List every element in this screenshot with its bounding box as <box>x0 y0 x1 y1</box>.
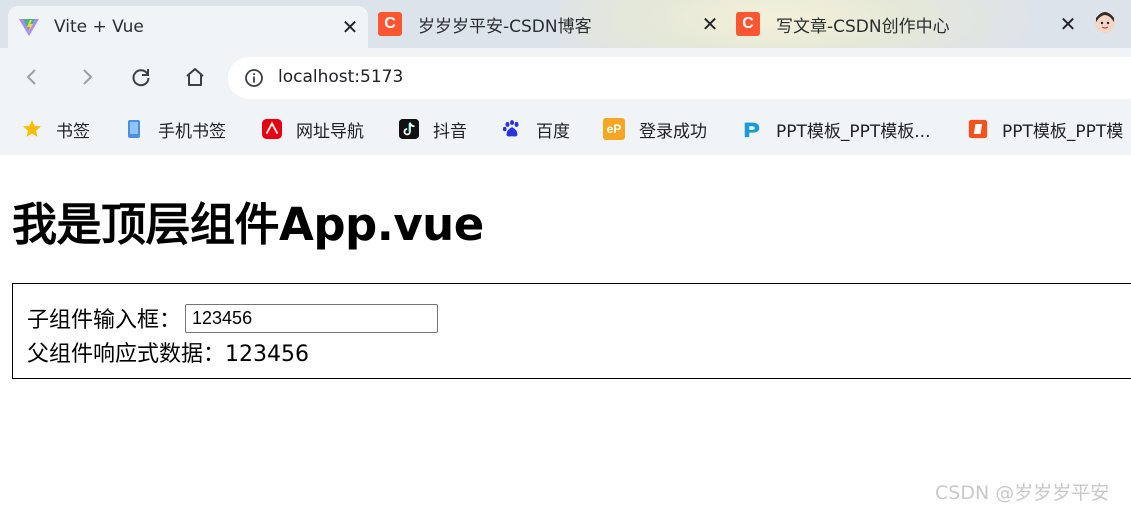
home-icon <box>186 68 204 86</box>
close-tab-icon[interactable]: ✕ <box>696 12 724 36</box>
vite-logo-icon <box>18 17 39 37</box>
ep-icon-text: eP <box>606 122 622 136</box>
parent-data-label: 父组件响应式数据： <box>27 342 226 367</box>
tab-title: 写文章-CSDN创作中心 <box>776 16 950 37</box>
bookmark-item[interactable]: PPT模板_PPT模 <box>968 106 1123 152</box>
reload-icon <box>132 69 150 87</box>
parent-data-row: 父组件响应式数据：123456 <box>27 336 309 368</box>
hao123-icon <box>262 119 282 139</box>
back-arrow-icon <box>26 69 36 85</box>
browser-chrome: Vite + Vue ✕ C 岁岁岁平安-CSDN博客 ✕ C 写文章-CSDN… <box>0 0 1131 155</box>
star-icon <box>22 119 42 139</box>
forward-button[interactable] <box>70 60 104 94</box>
csdn-logo-icon: C <box>736 12 760 36</box>
tab-title: 岁岁岁平安-CSDN博客 <box>418 16 592 37</box>
bookmark-item[interactable]: eP 登录成功 <box>603 106 707 152</box>
tab-csdn-write[interactable]: C 写文章-CSDN创作中心 ✕ <box>726 0 1086 48</box>
reload-button[interactable] <box>124 60 158 94</box>
bookmark-item[interactable]: 手机书签 <box>124 106 226 152</box>
bookmark-item[interactable]: PPT模板_PPT模板... <box>742 106 931 152</box>
child-component-box: 子组件输入框： 父组件响应式数据：123456 <box>12 283 1131 379</box>
bookmark-item[interactable]: 百度 <box>502 106 570 152</box>
profile-avatar-icon[interactable] <box>1094 12 1116 34</box>
parent-data-value: 123456 <box>225 342 309 367</box>
bookmark-item[interactable]: 网址导航 <box>262 106 364 152</box>
ppt-orange-icon <box>968 119 988 139</box>
bookmarks-bar: 书签 手机书签 网址导航 抖音 百度 eP 登录成功 PPT模板_PPT模板..… <box>0 106 1131 155</box>
back-button[interactable] <box>15 60 49 94</box>
ppt-blue-icon <box>742 119 762 139</box>
child-input-row: 子组件输入框： <box>27 302 439 334</box>
child-input-label: 子组件输入框： <box>27 308 182 333</box>
bookmark-label: 登录成功 <box>639 121 707 142</box>
tab-csdn-blog[interactable]: C 岁岁岁平安-CSDN博客 ✕ <box>368 0 728 48</box>
bookmark-label: PPT模板_PPT模板... <box>776 121 931 142</box>
bookmark-label: PPT模板_PPT模 <box>1002 121 1124 142</box>
site-info-icon[interactable] <box>244 68 264 92</box>
close-tab-icon[interactable]: ✕ <box>336 15 364 39</box>
bookmark-item[interactable]: 书签 <box>22 106 90 152</box>
douyin-icon <box>399 119 419 139</box>
tab-strip: Vite + Vue ✕ C 岁岁岁平安-CSDN博客 ✕ C 写文章-CSDN… <box>0 0 1131 48</box>
navigation-toolbar: localhost:5173 <box>0 48 1131 106</box>
bookmark-item[interactable]: 抖音 <box>399 106 467 152</box>
child-input[interactable] <box>185 303 439 333</box>
tab-title: Vite + Vue <box>54 17 144 37</box>
phone-icon <box>124 119 144 139</box>
page-title: 我是顶层组件App.vue <box>12 198 484 251</box>
bookmark-label: 百度 <box>536 121 570 142</box>
baidu-icon <box>502 119 522 139</box>
tab-vite-vue[interactable]: Vite + Vue ✕ <box>8 6 368 48</box>
close-tab-icon[interactable]: ✕ <box>1054 12 1082 36</box>
bookmark-label: 书签 <box>56 121 90 142</box>
bookmark-label: 网址导航 <box>296 121 364 142</box>
ep-icon: eP <box>603 118 625 140</box>
address-text: localhost:5173 <box>278 67 404 87</box>
forward-arrow-icon <box>83 69 93 85</box>
home-button[interactable] <box>178 60 212 94</box>
bookmark-label: 手机书签 <box>158 121 226 142</box>
csdn-logo-icon: C <box>378 12 402 36</box>
address-bar[interactable]: localhost:5173 <box>228 57 1131 99</box>
bookmark-label: 抖音 <box>433 121 467 142</box>
watermark: CSDN @岁岁岁平安 <box>935 482 1110 504</box>
